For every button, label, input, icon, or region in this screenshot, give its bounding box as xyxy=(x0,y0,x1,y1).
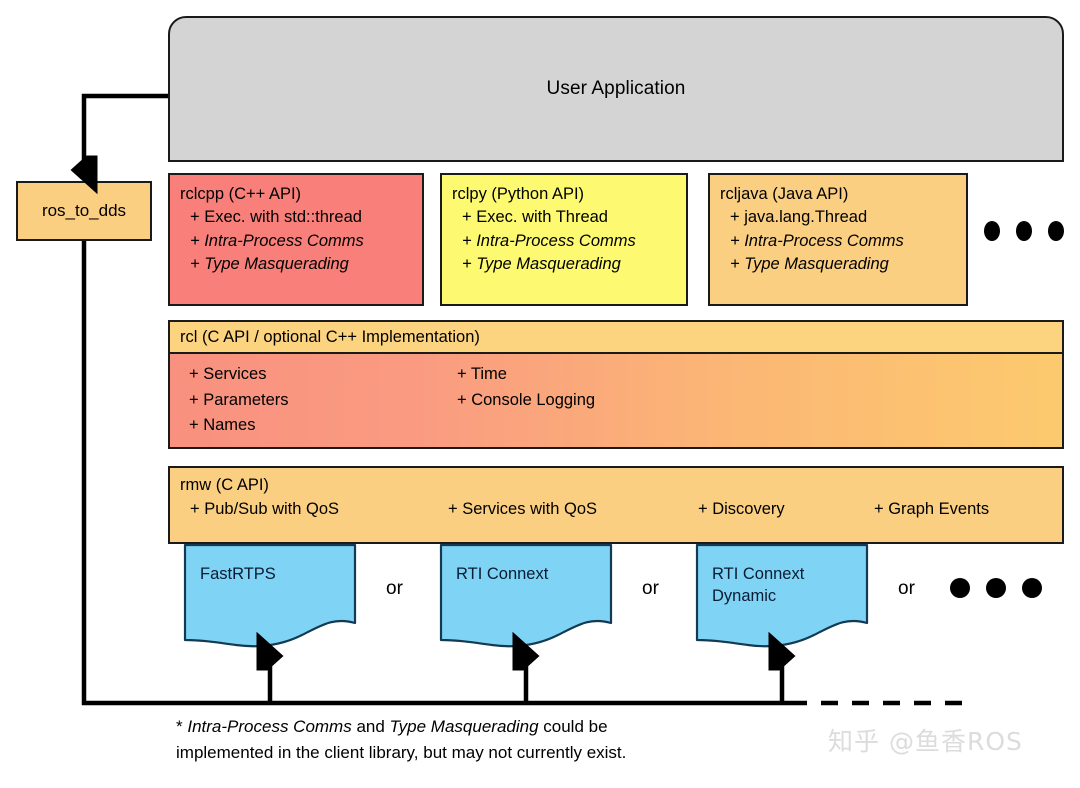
client-library-feature-list: + Exec. with Thread + Intra-Process Comm… xyxy=(452,206,686,276)
diagram-canvas: User Application ros_to_dds rclcpp (C++ … xyxy=(0,0,1080,788)
wire-userapp-to-ros-to-dds xyxy=(84,93,168,170)
ellipsis-dot-icon xyxy=(1048,221,1064,241)
list-item: + Graph Events xyxy=(874,499,990,518)
or-separator-label: or xyxy=(642,578,659,599)
rmw-layer-box: rmw (C API) + Pub/Sub with QoS + Service… xyxy=(168,466,1064,544)
dds-implementation-box-rti-connext-dynamic: RTI Connext Dynamic xyxy=(695,543,869,650)
ellipsis-dot-icon xyxy=(1022,578,1042,598)
or-separator-label: or xyxy=(898,578,915,599)
client-library-box-rcljava: rcljava (Java API) + java.lang.Thread + … xyxy=(708,173,968,306)
list-item: + Intra-Process Comms xyxy=(190,231,364,250)
rcl-feature-list-right: + Time + Console Logging xyxy=(457,362,595,413)
list-item: + Parameters xyxy=(189,390,289,409)
client-library-feature-list: + Exec. with std::thread + Intra-Process… xyxy=(180,206,422,276)
list-item: + Discovery xyxy=(698,499,785,518)
rmw-feature-list: + Pub/Sub with QoS + Services with QoS +… xyxy=(180,500,1062,526)
ros-to-dds-label: ros_to_dds xyxy=(41,201,127,220)
rmw-title: rmw (C API) xyxy=(180,476,269,494)
list-item: + Names xyxy=(189,416,256,435)
ros-to-dds-box: ros_to_dds xyxy=(16,181,152,241)
footnote-term-intra-process: Intra-Process Comms xyxy=(187,717,352,736)
footnote-marker: * xyxy=(176,717,183,736)
footnote-line-2: implemented in the client library, but m… xyxy=(176,742,627,762)
footnote-conjunction: and xyxy=(351,717,390,736)
footnote-line-1: * Intra-Process Comms and Type Masquerad… xyxy=(176,714,816,740)
dds-implementation-label: RTI Connext xyxy=(456,565,549,583)
list-item: + Console Logging xyxy=(457,390,596,409)
list-item: + Type Masquerading xyxy=(730,255,889,274)
user-application-label: User Application xyxy=(546,78,686,99)
dds-implementation-box-rti-connext: RTI Connext xyxy=(439,543,613,650)
or-separator-label: or xyxy=(386,578,403,599)
footnote-term-type-masquerading: Type Masquerading xyxy=(389,717,539,736)
list-item: + Pub/Sub with QoS xyxy=(190,499,340,518)
client-library-feature-list: + java.lang.Thread + Intra-Process Comms… xyxy=(720,206,966,276)
client-library-title: rcljava (Java API) xyxy=(720,185,849,203)
ellipsis-dot-icon xyxy=(984,221,1000,241)
list-item: + Time xyxy=(457,365,507,383)
client-library-box-rclcpp: rclcpp (C++ API) + Exec. with std::threa… xyxy=(168,173,424,306)
client-library-box-rclpy: rclpy (Python API) + Exec. with Thread +… xyxy=(440,173,688,306)
footnote-tail: could be xyxy=(538,717,608,736)
rcl-feature-list-left: + Services + Parameters + Names xyxy=(189,362,289,439)
dds-implementation-label: RTI Connext Dynamic xyxy=(712,565,805,605)
dds-implementations-ellipsis xyxy=(950,578,1042,598)
rcl-header: rcl (C API / optional C++ Implementation… xyxy=(170,322,1062,354)
client-library-title: rclcpp (C++ API) xyxy=(180,185,302,203)
ellipsis-dot-icon xyxy=(986,578,1006,598)
watermark: 知乎 @鱼香ROS xyxy=(828,727,1023,756)
user-application-box: User Application xyxy=(168,16,1064,162)
list-item: + Type Masquerading xyxy=(462,255,621,274)
rcl-body: + Services + Parameters + Names + Time +… xyxy=(170,354,1062,457)
client-library-title: rclpy (Python API) xyxy=(452,185,585,203)
list-item: + Services with QoS xyxy=(448,499,598,518)
list-item: + Exec. with std::thread xyxy=(190,208,362,227)
ellipsis-dot-icon xyxy=(1016,221,1032,241)
dds-implementation-label: FastRTPS xyxy=(200,565,276,583)
footnote: * Intra-Process Comms and Type Masquerad… xyxy=(176,714,816,765)
list-item: + Intra-Process Comms xyxy=(730,231,904,250)
list-item: + Exec. with Thread xyxy=(462,208,608,227)
list-item: + java.lang.Thread xyxy=(730,208,868,227)
list-item: + Intra-Process Comms xyxy=(462,231,636,250)
list-item: + Services xyxy=(189,365,267,383)
ellipsis-dot-icon xyxy=(950,578,970,598)
rcl-title: rcl (C API / optional C++ Implementation… xyxy=(180,327,480,346)
client-libraries-ellipsis xyxy=(984,219,1064,243)
dds-implementation-box-fastrtps: FastRTPS xyxy=(183,543,357,650)
rcl-layer-box: rcl (C API / optional C++ Implementation… xyxy=(168,320,1064,449)
list-item: + Type Masquerading xyxy=(190,255,349,274)
torn-paper-shape xyxy=(183,543,357,648)
torn-paper-shape xyxy=(439,543,613,648)
